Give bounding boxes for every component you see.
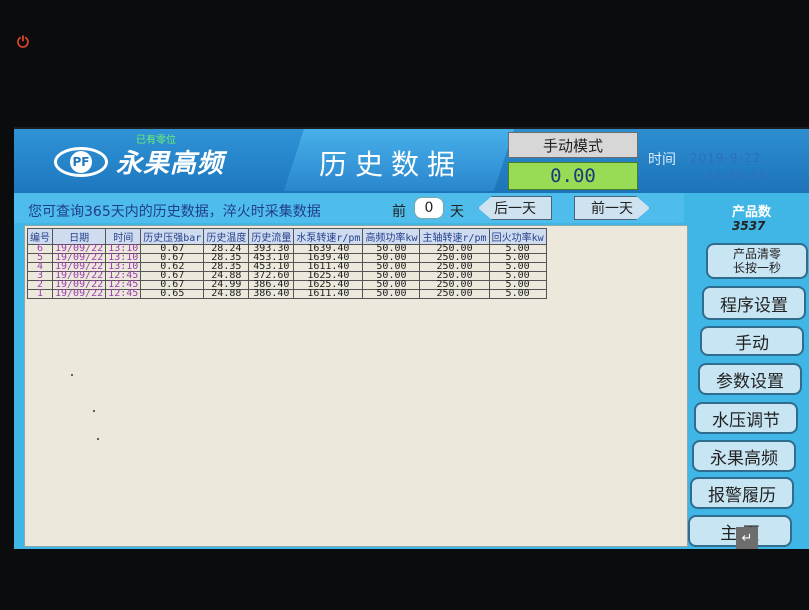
water-pressure-button[interactable]: 水压调节 — [694, 402, 798, 434]
clear-count-label-2: 长按一秒 — [732, 261, 781, 275]
clock-date: 2019-9-22 — [690, 151, 762, 165]
table-cell: 386.40 — [248, 289, 295, 299]
time-label: 时间 — [648, 152, 676, 168]
logo-panel: 已有零位 PF 永果高频 — [14, 129, 314, 191]
clear-count-label-1: 产品清零 — [732, 247, 781, 261]
table-cell: 1611.40 — [293, 289, 364, 299]
manual-button[interactable]: 手动 — [700, 326, 804, 356]
alarm-history-button[interactable]: 报警履历 — [690, 477, 794, 509]
return-icon[interactable]: ↵ — [736, 527, 758, 549]
top-bar: 已有零位 PF 永果高频 历史数据 手动模式 0.00 时间 2019-9-22… — [14, 129, 809, 193]
earlier-day-button[interactable]: 前一天 — [574, 196, 650, 220]
table-cell: 50.00 — [362, 289, 421, 299]
product-count-value: 3537 — [732, 219, 766, 233]
table-cell: 19/09/22 — [51, 289, 107, 299]
brand-button[interactable]: 永果高频 — [692, 440, 796, 472]
power-icon[interactable]: ⏻ — [17, 33, 29, 51]
side-panel: 产品数 3537 产品清零 长按一秒 程序设置 手动 参数设置 水压调节 永果高… — [688, 193, 809, 549]
query-row: 您可查询365天内的历史数据，淬火时采集数据 前 0 天 后一天 前一天 — [14, 193, 684, 223]
product-count-label: 产品数 — [732, 205, 772, 220]
history-data-area: 编号 日期 时间 历史压强bar 历史温度 历史流量 水泵转速r/pm 高频功率… — [24, 225, 688, 547]
hmi-screen: 已有零位 PF 永果高频 历史数据 手动模式 0.00 时间 2019-9-22… — [14, 127, 809, 549]
table-cell: 250.00 — [419, 289, 490, 299]
table-cell: 24.88 — [203, 289, 250, 299]
later-day-button[interactable]: 后一天 — [478, 196, 552, 220]
page-title: 历史数据 — [319, 148, 464, 181]
program-settings-button[interactable]: 程序设置 — [702, 286, 806, 320]
parameter-settings-button[interactable]: 参数设置 — [698, 363, 802, 395]
mode-value: 0.00 — [508, 162, 638, 190]
logo-text: 永果高频 — [116, 149, 225, 179]
screen-speck — [71, 374, 73, 376]
screen-speck — [97, 438, 99, 440]
history-table: 编号 日期 时间 历史压强bar 历史温度 历史流量 水泵转速r/pm 高频功率… — [27, 228, 547, 299]
days-unit: 天 — [450, 204, 464, 220]
clock-time: 14:30:56 — [706, 169, 768, 183]
query-info: 您可查询365天内的历史数据，淬火时采集数据 — [28, 204, 321, 220]
mode-label: 手动模式 — [508, 132, 638, 158]
logo-mark-text: PF — [70, 151, 92, 173]
table-row: 1 19/09/22 12:45 0.65 24.88 386.40 1611.40 50.0… — [27, 289, 547, 299]
table-cell: 12:45 — [105, 289, 142, 299]
days-input[interactable]: 0 — [414, 197, 444, 219]
table-cell: 1 — [27, 289, 53, 299]
screen-speck — [93, 410, 95, 412]
table-cell: 0.65 — [140, 289, 205, 299]
before-label: 前 — [392, 204, 406, 220]
clear-count-button[interactable]: 产品清零 长按一秒 — [706, 243, 808, 279]
table-cell: 5.00 — [488, 289, 547, 299]
logo-mark-icon: PF — [54, 147, 108, 177]
